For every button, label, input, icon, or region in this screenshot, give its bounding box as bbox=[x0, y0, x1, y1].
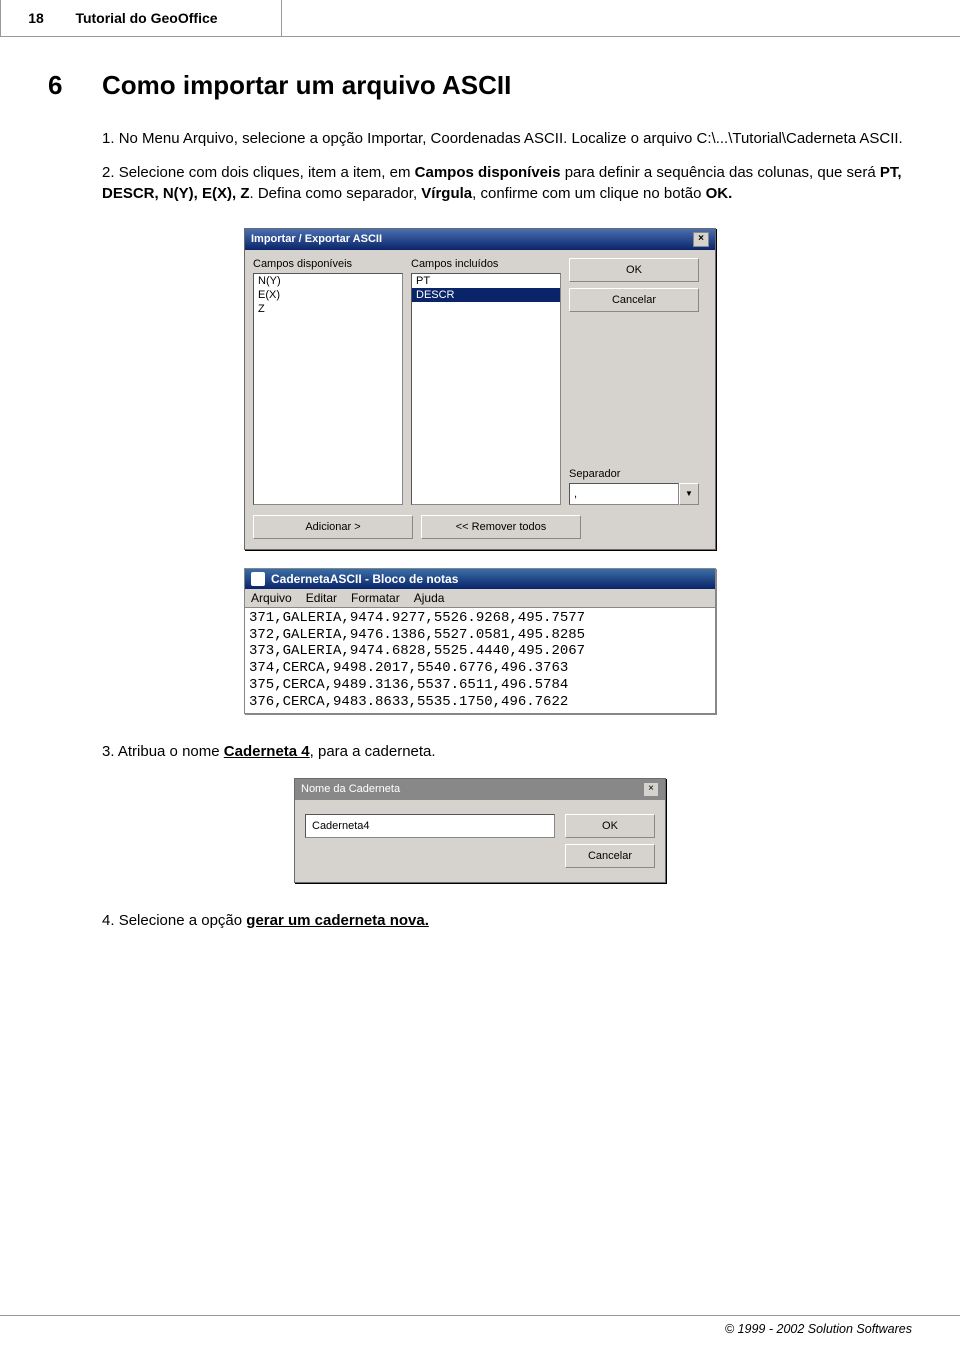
notepad-icon bbox=[251, 572, 265, 586]
ok-button[interactable]: OK bbox=[569, 258, 699, 282]
step-2: 2. Selecione com dois cliques, item a it… bbox=[102, 163, 912, 204]
step-4: 4. Selecione a opção gerar um caderneta … bbox=[102, 911, 912, 931]
notepad-text[interactable]: 371,GALERIA,9474.9277,5526.9268,495.7577… bbox=[245, 608, 715, 713]
add-button[interactable]: Adicionar > bbox=[253, 515, 413, 539]
notepad-title: CadernetaASCII - Bloco de notas bbox=[271, 572, 458, 586]
ok-button[interactable]: OK bbox=[565, 814, 655, 838]
page-number: 18 bbox=[1, 0, 71, 36]
list-item[interactable]: E(X) bbox=[254, 288, 402, 302]
caderneta-name-dialog: Nome da Caderneta × Caderneta4 OK Cancel… bbox=[294, 778, 666, 883]
menu-item[interactable]: Arquivo bbox=[251, 591, 292, 605]
cancel-button[interactable]: Cancelar bbox=[569, 288, 699, 312]
dialog-title: Nome da Caderneta bbox=[301, 783, 400, 795]
dialog-titlebar: Importar / Exportar ASCII × bbox=[245, 229, 715, 250]
section-number: 6 bbox=[48, 70, 102, 101]
close-icon[interactable]: × bbox=[643, 782, 659, 797]
included-fields-label: Campos incluídos bbox=[411, 258, 561, 270]
separator-value: , bbox=[569, 483, 679, 505]
page-footer: © 1999 - 2002 Solution Softwares bbox=[0, 1315, 960, 1336]
header-rule bbox=[280, 36, 960, 37]
list-item[interactable]: DESCR bbox=[412, 288, 560, 302]
copyright: © 1999 - 2002 Solution Softwares bbox=[725, 1322, 912, 1336]
cancel-button[interactable]: Cancelar bbox=[565, 844, 655, 868]
caderneta-name-input[interactable]: Caderneta4 bbox=[305, 814, 555, 838]
menu-item[interactable]: Editar bbox=[306, 591, 337, 605]
close-icon[interactable]: × bbox=[693, 232, 709, 247]
notepad-window: CadernetaASCII - Bloco de notas Arquivo … bbox=[244, 568, 716, 714]
dialog-titlebar: Nome da Caderneta × bbox=[295, 779, 665, 800]
available-fields-label: Campos disponíveis bbox=[253, 258, 403, 270]
section-title: Como importar um arquivo ASCII bbox=[102, 70, 511, 101]
chevron-down-icon[interactable]: ▼ bbox=[679, 483, 699, 505]
step-1: 1. No Menu Arquivo, selecione a opção Im… bbox=[102, 129, 912, 149]
menu-item[interactable]: Formatar bbox=[351, 591, 400, 605]
dialog-title: Importar / Exportar ASCII bbox=[251, 233, 382, 245]
remove-all-button[interactable]: << Remover todos bbox=[421, 515, 581, 539]
included-fields-list[interactable]: PT DESCR bbox=[411, 273, 561, 505]
separator-select[interactable]: , ▼ bbox=[569, 483, 699, 505]
page-header-tab: 18 Tutorial do GeoOffice bbox=[0, 0, 282, 37]
available-fields-list[interactable]: N(Y) E(X) Z bbox=[253, 273, 403, 505]
menu-item[interactable]: Ajuda bbox=[414, 591, 445, 605]
import-export-dialog: Importar / Exportar ASCII × Campos dispo… bbox=[244, 228, 716, 550]
separator-label: Separador bbox=[569, 468, 699, 480]
notepad-titlebar: CadernetaASCII - Bloco de notas bbox=[245, 569, 715, 589]
notepad-menubar: Arquivo Editar Formatar Ajuda bbox=[245, 589, 715, 608]
list-item[interactable]: Z bbox=[254, 302, 402, 316]
list-item[interactable]: PT bbox=[412, 274, 560, 288]
list-item[interactable]: N(Y) bbox=[254, 274, 402, 288]
doc-title: Tutorial do GeoOffice bbox=[75, 0, 217, 36]
step-3: 3. Atribua o nome Caderneta 4, para a ca… bbox=[102, 742, 912, 762]
